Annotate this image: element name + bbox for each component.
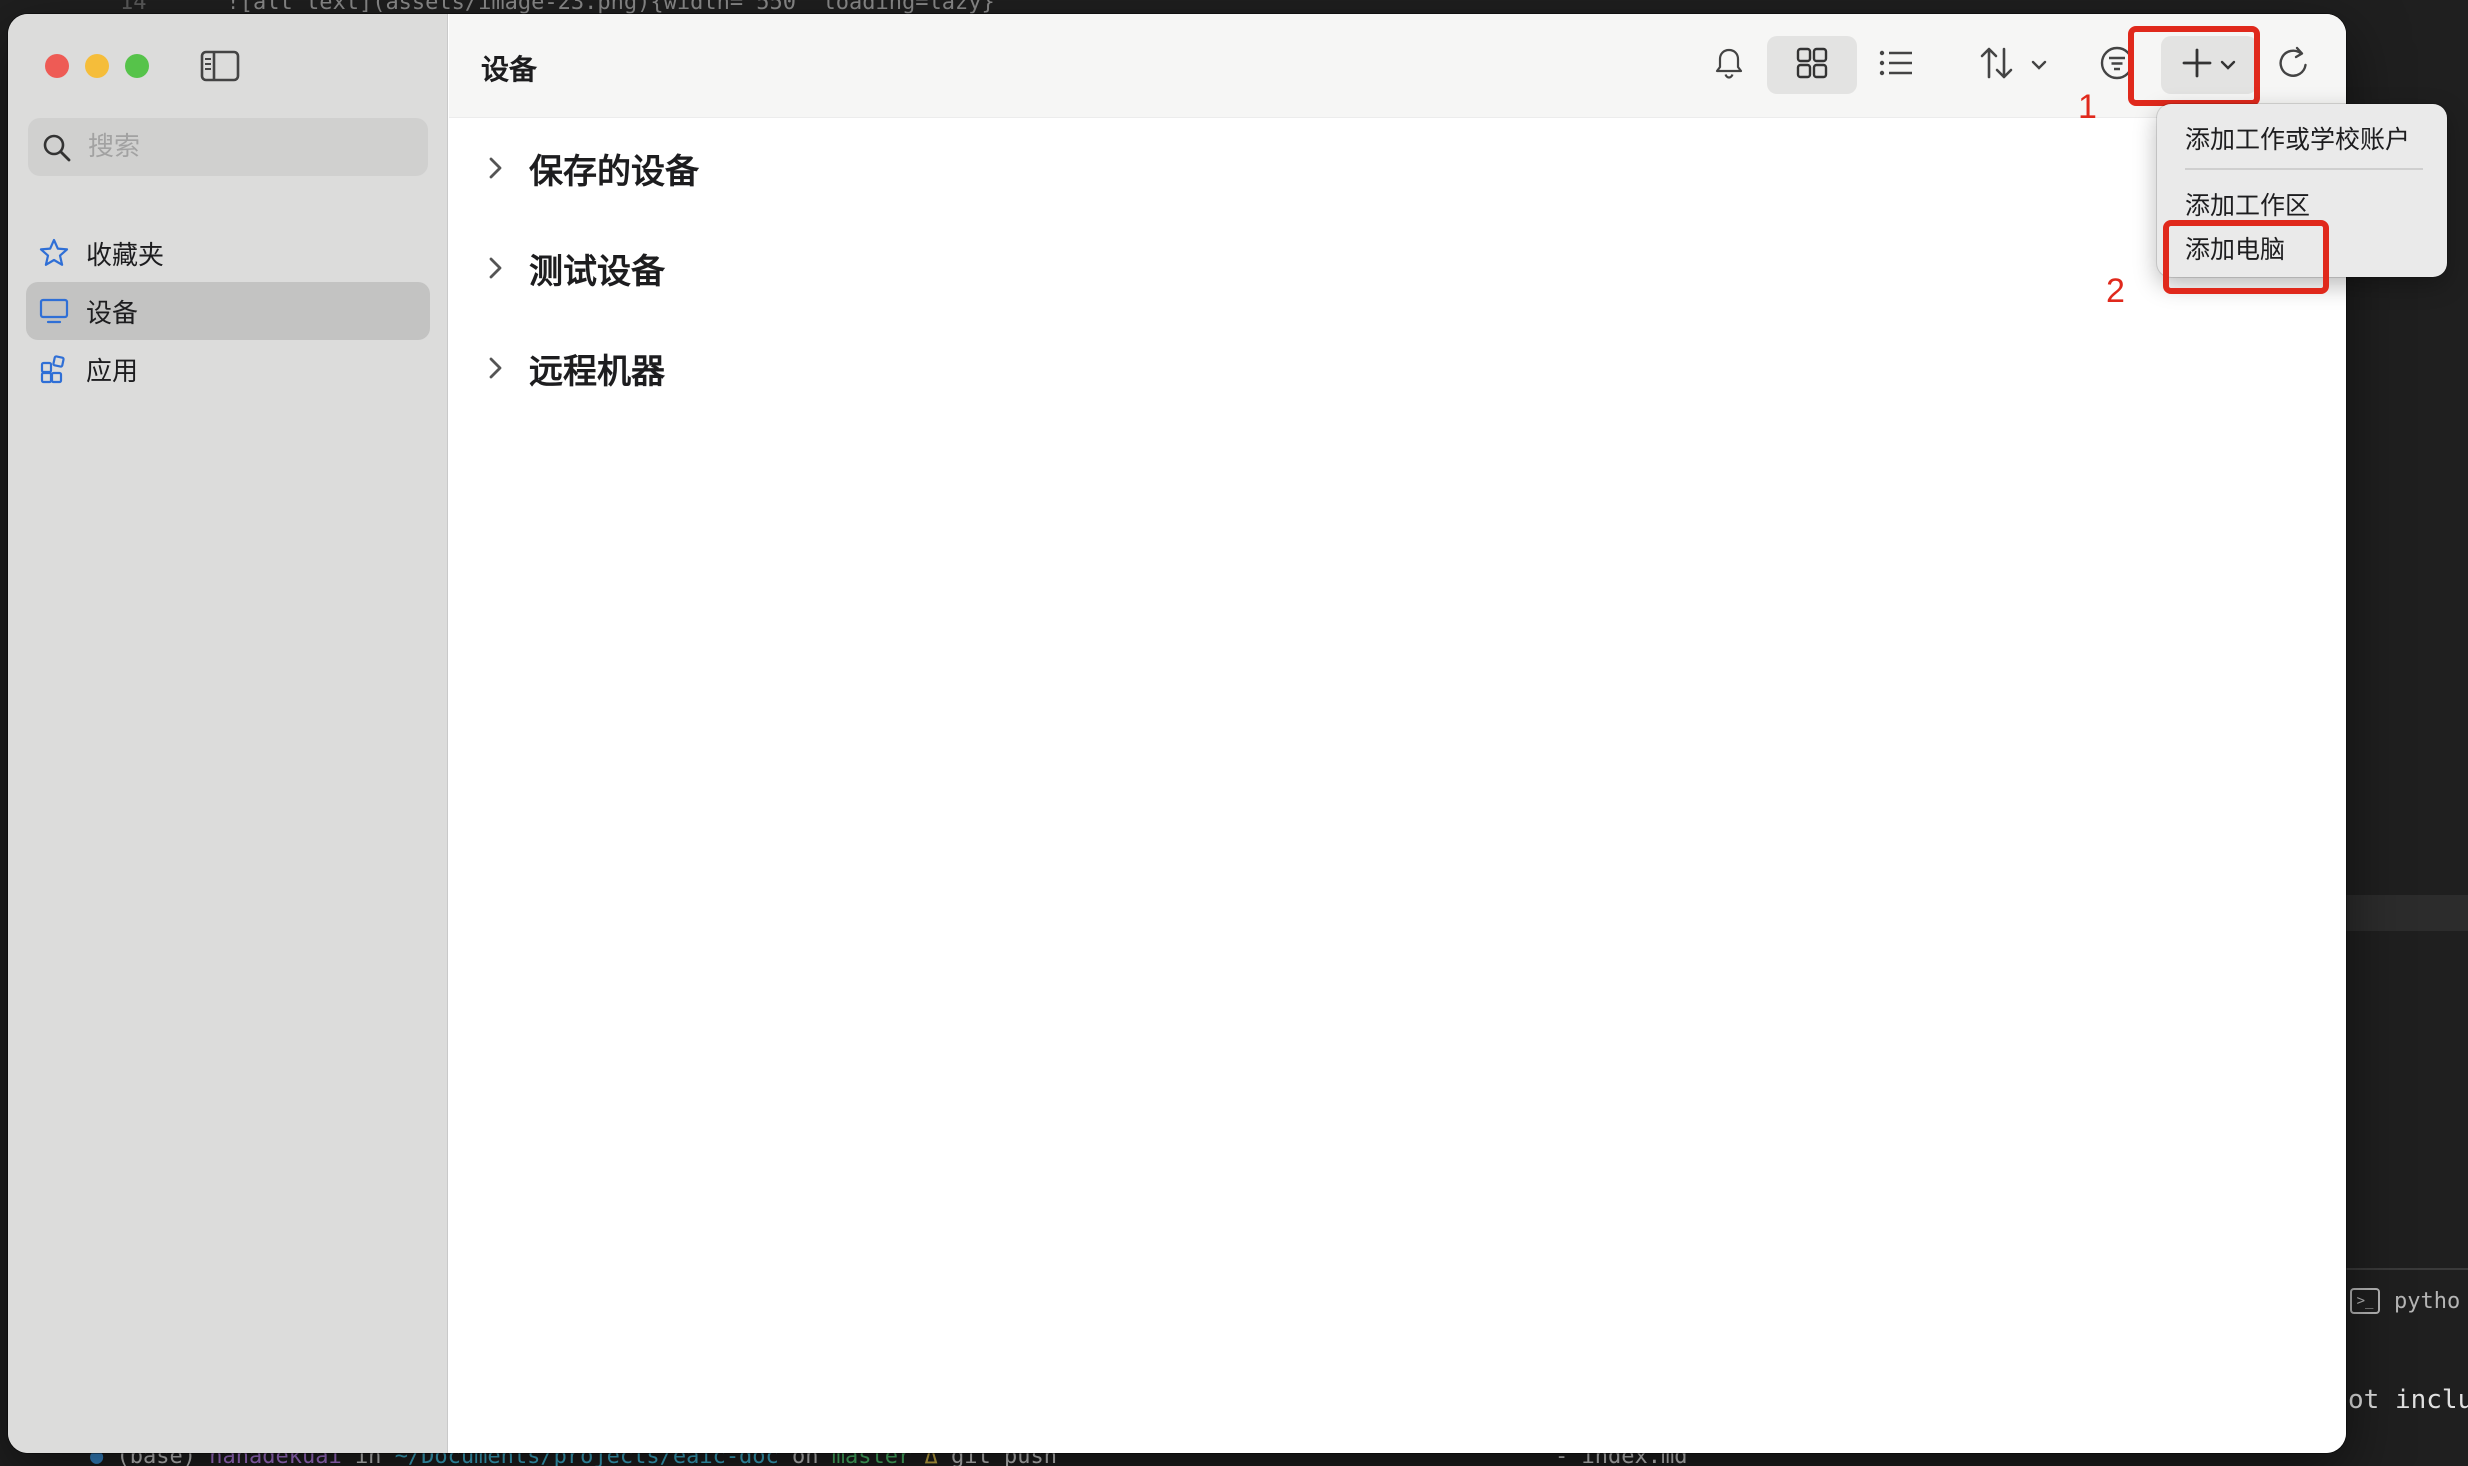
background-terminal-text: ot includ [2348,1385,2468,1415]
window-controls [45,54,149,78]
page-title: 设备 [481,53,538,86]
group-saved-devices[interactable]: 保存的设备 [481,138,699,198]
close-window-button[interactable] [45,54,69,78]
sort-icon [1980,45,2030,85]
chevron-right-icon [481,354,509,382]
notifications-button[interactable] [1701,36,1757,94]
background-divider [2346,1268,2468,1270]
group-test-devices[interactable]: 测试设备 [481,238,665,298]
sidebar-nav: 收藏夹 设备 应用 [26,224,430,398]
menu-separator [2185,168,2423,170]
sidebar-item-devices[interactable]: 设备 [26,282,430,340]
sidebar-item-favorites[interactable]: 收藏夹 [26,224,430,282]
group-label: 测试设备 [529,251,665,292]
background-code-text: ![alt text](assets/image-23.png){width="… [226,0,995,15]
annotation-step-2: 2 [2106,272,2125,310]
star-icon [38,237,70,269]
search-input[interactable] [88,118,408,176]
sort-button[interactable] [1971,36,2057,94]
refresh-button[interactable] [2265,36,2321,94]
group-label: 远程机器 [529,351,665,392]
sidebar: 收藏夹 设备 应用 [8,14,448,1453]
menu-item-add-workspace[interactable]: 添加工作区 [2185,186,2310,222]
background-terminal-tab-label: pytho [2394,1288,2461,1314]
search-icon [42,133,72,163]
refresh-icon [2276,45,2310,85]
bell-icon [1713,46,1745,84]
terminal-icon: >_ [2350,1288,2380,1314]
list-view-button[interactable] [1863,36,1929,94]
maximize-window-button[interactable] [125,54,149,78]
grid-view-button[interactable] [1767,36,1857,94]
background-band [2346,895,2468,931]
chevron-right-icon [481,154,509,182]
sidebar-item-label: 设备 [86,298,139,329]
group-remote-machines[interactable]: 远程机器 [481,338,665,398]
minimize-window-button[interactable] [85,54,109,78]
toolbar: 设备 [449,14,2346,118]
highlight-add-button [2128,26,2260,106]
grid-view-icon [1795,46,1829,84]
background-code-line: 14 ![alt text](assets/image-23.png){width… [120,0,995,15]
annotation-step-1: 1 [2078,88,2097,126]
sidebar-item-apps[interactable]: 应用 [26,340,430,398]
background-terminal-tab: >_ pytho [2350,1288,2460,1314]
sidebar-item-label: 应用 [86,356,139,387]
background-line-number: 14 [120,0,147,15]
apps-icon [38,353,70,385]
menu-item-add-work-school-account[interactable]: 添加工作或学校账户 [2185,120,2410,156]
group-label: 保存的设备 [529,151,699,192]
list-view-icon [1878,48,1914,82]
chevron-right-icon [481,254,509,282]
sidebar-item-label: 收藏夹 [86,240,165,271]
chevron-down-icon [2030,56,2048,75]
highlight-add-pc [2163,220,2329,294]
app-window: 收藏夹 设备 应用 设备 [8,14,2346,1453]
sidebar-toggle-icon[interactable] [200,48,240,84]
monitor-icon [38,295,70,327]
search-box [28,118,428,176]
main-content: 设备 保存的设备 测试设备 远程机器 [449,14,2346,1453]
